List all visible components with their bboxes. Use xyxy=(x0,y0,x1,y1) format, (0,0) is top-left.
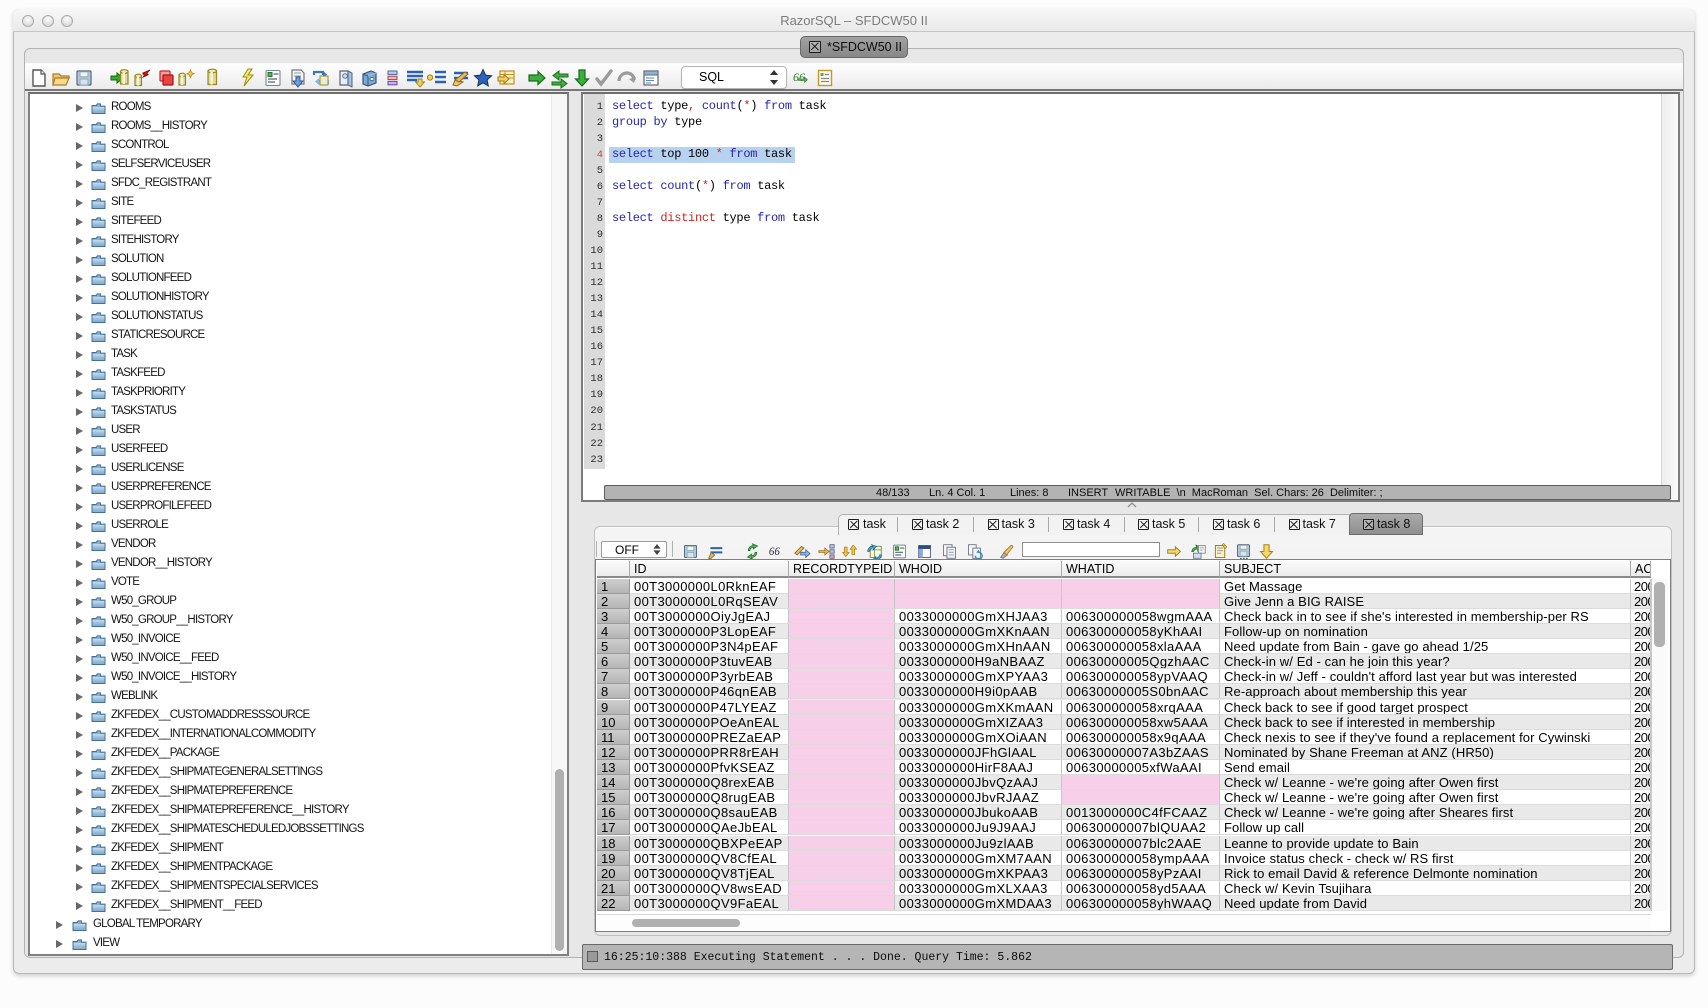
svg-text:66: 66 xyxy=(793,70,805,84)
svg-text:66: 66 xyxy=(768,546,780,558)
